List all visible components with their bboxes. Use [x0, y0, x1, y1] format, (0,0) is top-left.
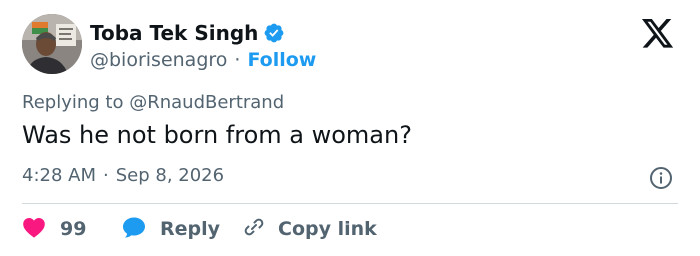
- replying-to-mention[interactable]: @RnaudBertrand: [129, 92, 284, 113]
- replying-to-prefix: Replying to: [22, 92, 124, 113]
- tweet-timestamp[interactable]: 4:28 AM · Sep 8, 2026: [22, 165, 224, 186]
- copy-link-label: Copy link: [278, 218, 377, 240]
- tweet-date: Sep 8, 2026: [115, 165, 225, 186]
- x-logo-icon[interactable]: [641, 19, 675, 49]
- action-bar: 99 Reply Copy link: [22, 214, 377, 244]
- like-count: 99: [60, 218, 87, 240]
- speech-bubble-icon: [122, 216, 146, 242]
- divider: [22, 203, 678, 204]
- author-handle[interactable]: @biorisenagro: [90, 49, 227, 71]
- reply-label: Reply: [160, 218, 221, 240]
- tweet-time: 4:28 AM: [22, 165, 96, 186]
- follow-button[interactable]: Follow: [247, 49, 316, 71]
- reply-button[interactable]: Reply: [122, 216, 242, 242]
- author-handle-row: @biorisenagro · Follow: [90, 47, 316, 73]
- copy-link-button[interactable]: Copy link: [242, 215, 377, 243]
- replying-to-line: Replying to @RnaudBertrand: [22, 92, 284, 113]
- like-button[interactable]: 99: [22, 216, 122, 242]
- tweet-card: Toba Tek Singh @biorisenagro · Follow Re…: [0, 0, 700, 256]
- info-icon[interactable]: [649, 166, 673, 190]
- handle-separator: ·: [234, 49, 241, 71]
- verified-badge-icon: [263, 22, 285, 44]
- heart-icon: [22, 216, 46, 242]
- tweet-text: Was he not born from a woman?: [22, 121, 412, 149]
- timestamp-separator: ·: [103, 165, 109, 186]
- link-icon: [242, 215, 266, 243]
- author-name-row: Toba Tek Singh: [90, 18, 285, 48]
- author-display-name[interactable]: Toba Tek Singh: [90, 21, 258, 45]
- avatar[interactable]: [22, 14, 82, 74]
